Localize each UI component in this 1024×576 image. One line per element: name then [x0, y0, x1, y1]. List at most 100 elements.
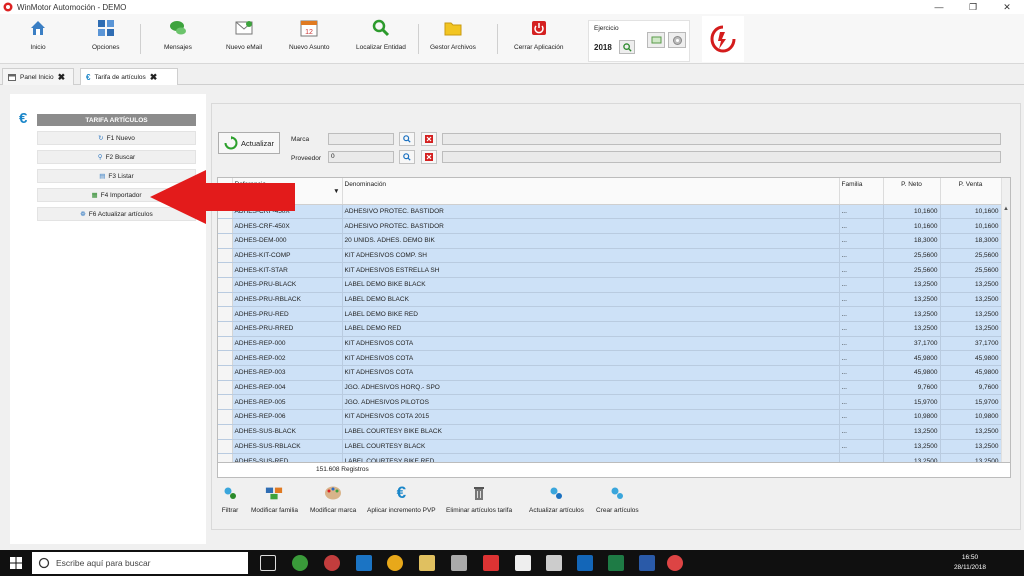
tab-panel-inicio[interactable]: Panel Inicio ✖: [2, 68, 74, 85]
anydesk-icon[interactable]: [483, 555, 499, 571]
table-row[interactable]: ADHES-CRF-450X ADHESIVO PROTEC. BASTIDOR.…: [218, 218, 1010, 234]
task-view-icon[interactable]: [260, 555, 276, 571]
table-row[interactable]: ADHES-KIT-STAR KIT ADHESIVOS ESTRELLA SH.…: [218, 262, 1010, 278]
toolbar-mensajes-button[interactable]: Mensajes: [164, 18, 192, 51]
edge-icon[interactable]: [356, 555, 372, 571]
table-row[interactable]: ADHES-DEM-000 20 UNIDS. ADHES. DEMO BIK..…: [218, 233, 1010, 249]
proveedor-description-field[interactable]: [442, 151, 1001, 163]
table-row[interactable]: ADHES-SUS-BLACK LABEL COURTESY BIKE BLACK…: [218, 424, 1010, 440]
toolbar-nuevo-asunto-button[interactable]: 12 Nuevo Asunto: [289, 18, 329, 51]
chrome-canary-icon[interactable]: [387, 555, 403, 571]
gear-icon: [672, 35, 682, 45]
marca-description-field[interactable]: [442, 133, 1001, 145]
f1-nuevo-button[interactable]: ↻ F1 Nuevo: [37, 131, 196, 145]
row-selector[interactable]: [218, 365, 233, 381]
column-header-p-neto[interactable]: P. Neto: [883, 178, 941, 205]
row-selector[interactable]: [218, 350, 233, 367]
chat-small-button[interactable]: [647, 32, 665, 48]
excel-icon[interactable]: [608, 555, 624, 571]
minimize-button[interactable]: —: [922, 0, 956, 14]
table-cell: KIT ADHESIVOS COMP. SH: [342, 248, 840, 264]
eliminar-articulos-tarifa-button[interactable]: Eliminar artículos tarifa: [446, 484, 512, 514]
column-header-denominacion[interactable]: Denominación: [342, 178, 840, 205]
toolbar-inicio-button[interactable]: Inicio: [28, 18, 48, 51]
actualizar-articulos-button[interactable]: Actualizar artículos: [529, 484, 584, 514]
row-selector[interactable]: [218, 248, 233, 264]
calendar-icon: 12: [299, 18, 319, 38]
ejercicio-search-button[interactable]: [619, 40, 635, 54]
aplicar-incremento-pvp-button[interactable]: € Aplicar incremento PVP: [367, 483, 436, 514]
scroll-up-icon[interactable]: ▲: [1003, 206, 1009, 212]
word-icon[interactable]: [639, 555, 655, 571]
toolbar-localizar-entidad-button[interactable]: Localizar Entidad: [356, 18, 406, 51]
app-icon[interactable]: [451, 555, 467, 571]
table-row[interactable]: ADHES-REP-004 JGO. ADHESIVOS HORQ.- SPO..…: [218, 380, 1010, 396]
row-selector[interactable]: [218, 409, 233, 425]
table-cell: ...: [839, 365, 884, 381]
table-row[interactable]: ADHES-PRU-RBLACK LABEL DEMO BLACK... 13,25…: [218, 292, 1010, 308]
table-row[interactable]: ADHES-KIT-COMP KIT ADHESIVOS COMP. SH... 2…: [218, 248, 1010, 264]
proveedor-search-button[interactable]: [399, 150, 415, 164]
table-cell: ADHES-REP-002: [232, 350, 343, 367]
table-row[interactable]: ADHES-REP-003 KIT ADHESIVOS COTA... 45,980…: [218, 365, 1010, 381]
column-header-familia[interactable]: Familia: [839, 178, 884, 205]
winmotor-taskbar-icon[interactable]: [667, 555, 683, 571]
close-tab-icon[interactable]: ✖: [58, 72, 66, 83]
marca-clear-button[interactable]: [421, 132, 437, 146]
row-selector[interactable]: [218, 380, 233, 396]
toolbar-nuevo-email-button[interactable]: Nuevo eMail: [226, 18, 262, 51]
file-explorer-icon[interactable]: [419, 555, 435, 571]
table-row[interactable]: ADHES-REP-000 KIT ADHESIVOS COTA... 37,170…: [218, 336, 1010, 352]
close-tab-icon[interactable]: ✖: [150, 72, 158, 83]
row-selector[interactable]: [218, 306, 233, 322]
record-count: 151.608 Registros: [316, 466, 369, 473]
table-row[interactable]: ADHES-REP-002 KIT ADHESIVOS COTA... 45,980…: [218, 350, 1010, 367]
row-selector[interactable]: [218, 321, 233, 337]
row-selector[interactable]: [218, 292, 233, 308]
toolbar-opciones-button[interactable]: Opciones: [92, 18, 119, 51]
toolbar-cerrar-aplicacion-button[interactable]: Cerrar Aplicación: [514, 18, 564, 51]
tab-tarifa-articulos[interactable]: € Tarifa de artículos ✖: [80, 68, 178, 85]
f2-buscar-button[interactable]: ⚲ F2 Buscar: [37, 150, 196, 164]
row-selector[interactable]: [218, 277, 233, 293]
toolbar-label: Nuevo eMail: [226, 44, 263, 51]
crear-articulos-button[interactable]: Crear artículos: [596, 484, 639, 514]
row-selector[interactable]: [218, 262, 233, 278]
table-row[interactable]: ADHES-REP-006 KIT ADHESIVOS COTA 2015... 1…: [218, 409, 1010, 425]
table-cell: 37,1700: [883, 336, 941, 352]
chrome-icon[interactable]: [292, 555, 308, 571]
taskbar-clock[interactable]: 16:50 28/11/2018: [954, 553, 986, 573]
table-row[interactable]: ADHES-PRU-BLACK LABEL DEMO BIKE BLACK... 1…: [218, 277, 1010, 293]
outlook-icon[interactable]: [577, 555, 593, 571]
row-selector[interactable]: [218, 394, 233, 411]
row-selector[interactable]: [218, 439, 233, 455]
store-icon[interactable]: [515, 555, 531, 571]
windows-start-icon[interactable]: [10, 557, 22, 569]
maximize-button[interactable]: ❐: [956, 0, 990, 14]
marca-search-button[interactable]: [399, 132, 415, 146]
modificar-familia-button[interactable]: Modificar familia: [251, 484, 298, 514]
toolbar-gestor-archivos-button[interactable]: Gestor Archivos: [430, 18, 476, 51]
table-row[interactable]: ADHES-PRU-RED LABEL DEMO BIKE RED... 13,25…: [218, 306, 1010, 322]
vertical-scrollbar[interactable]: ▲ ▼: [1001, 178, 1010, 476]
table-row[interactable]: ADHES-CRF-450X ADHESIVO PROTEC. BASTIDOR.…: [218, 204, 1010, 220]
app-icon[interactable]: [324, 555, 340, 571]
taskbar-search-box[interactable]: Escribe aquí para buscar: [32, 552, 248, 574]
close-window-button[interactable]: ✕: [990, 0, 1024, 14]
proveedor-code-field[interactable]: 0: [328, 151, 394, 163]
table-row[interactable]: ADHES-REP-005 JGO. ADHESIVOS PILOTOS... 15…: [218, 394, 1010, 411]
row-selector[interactable]: [218, 424, 233, 440]
column-header-p-venta[interactable]: P. Venta: [940, 178, 1002, 205]
main-toolbar: Inicio Opciones Mensajes Nuevo eMail 12 …: [0, 14, 1024, 64]
modificar-marca-button[interactable]: Modificar marca: [310, 484, 356, 514]
row-selector[interactable]: [218, 233, 233, 249]
row-selector[interactable]: [218, 336, 233, 352]
marca-code-field[interactable]: [328, 133, 394, 145]
proveedor-clear-button[interactable]: [421, 150, 437, 164]
table-row[interactable]: ADHES-SUS-RBLACK LABEL COURTESY BLACK... 1…: [218, 439, 1010, 455]
actualizar-button[interactable]: Actualizar: [218, 132, 280, 154]
calculator-icon[interactable]: [546, 555, 562, 571]
settings-small-button[interactable]: [668, 32, 686, 48]
table-row[interactable]: ADHES-PRU-RRED LABEL DEMO RED... 13,2500 13…: [218, 321, 1010, 337]
filtrar-button[interactable]: Filtrar: [221, 484, 239, 514]
